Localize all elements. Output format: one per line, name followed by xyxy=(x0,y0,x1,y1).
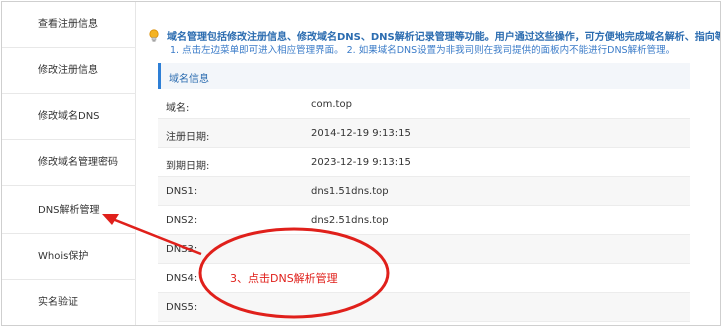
sidebar-item-edit-password[interactable]: 修改域名管理密码 xyxy=(2,140,136,186)
row-value: com.top xyxy=(311,99,352,110)
row-value: dns2.51dns.top xyxy=(311,215,389,226)
panel-header: 域名信息 xyxy=(158,63,690,89)
row-label: DNS2: xyxy=(166,215,198,226)
row-value: 2014-12-19 9:13:15 xyxy=(311,128,411,139)
domain-info-panel: 域名信息 域名: com.top 注册日期: 2014-12-19 9:13:1… xyxy=(158,63,690,325)
row-label: 注册日期: xyxy=(166,132,210,143)
sidebar-menu: 查看注册信息 修改注册信息 修改域名DNS 修改域名管理密码 DNS解析管理 W… xyxy=(2,2,136,325)
sidebar-item-dns-resolution[interactable]: DNS解析管理 xyxy=(2,188,136,234)
table-row: DNS3: xyxy=(158,235,690,264)
row-label: 到期日期: xyxy=(166,161,210,172)
row-label: DNS4: xyxy=(166,273,198,284)
table-row: 域名: com.top xyxy=(158,90,690,119)
row-label: DNS1: xyxy=(166,186,198,197)
table-row: 注册日期: 2014-12-19 9:13:15 xyxy=(158,119,690,148)
annotation-label: 3、点击DNS解析管理 xyxy=(230,272,338,285)
sidebar-item-view-registration[interactable]: 查看注册信息 xyxy=(2,2,136,48)
sidebar-item-edit-dns[interactable]: 修改域名DNS xyxy=(2,94,136,140)
sidebar-item-real-name-verification[interactable]: 实名验证 xyxy=(2,280,136,325)
sidebar-item-edit-registration[interactable]: 修改注册信息 xyxy=(2,48,136,94)
lightbulb-icon xyxy=(148,29,160,43)
table-row: DNS1: dns1.51dns.top xyxy=(158,177,690,206)
row-label: 域名: xyxy=(166,103,190,114)
notice-line-1: 域名管理包括修改注册信息、修改域名DNS、DNS解析记录管理等功能。用户通过这些… xyxy=(167,32,721,43)
sidebar-item-whois-protection[interactable]: Whois保护 xyxy=(2,234,136,280)
panel-title: 域名信息 xyxy=(169,74,209,85)
notice-line-2: 1. 点击左边菜单即可进入相应管理界面。 2. 如果域名DNS设置为非我司则在我… xyxy=(170,45,676,56)
table-row: DNS5: xyxy=(158,293,690,322)
row-value: 2023-12-19 9:13:15 xyxy=(311,157,411,168)
row-value: dns1.51dns.top xyxy=(311,186,389,197)
table-row: DNS2: dns2.51dns.top xyxy=(158,206,690,235)
table-row: 到期日期: 2023-12-19 9:13:15 xyxy=(158,148,690,177)
row-label: DNS3: xyxy=(166,244,198,255)
domain-management-page: 查看注册信息 修改注册信息 修改域名DNS 修改域名管理密码 DNS解析管理 W… xyxy=(1,1,721,326)
row-label: DNS5: xyxy=(166,302,198,313)
